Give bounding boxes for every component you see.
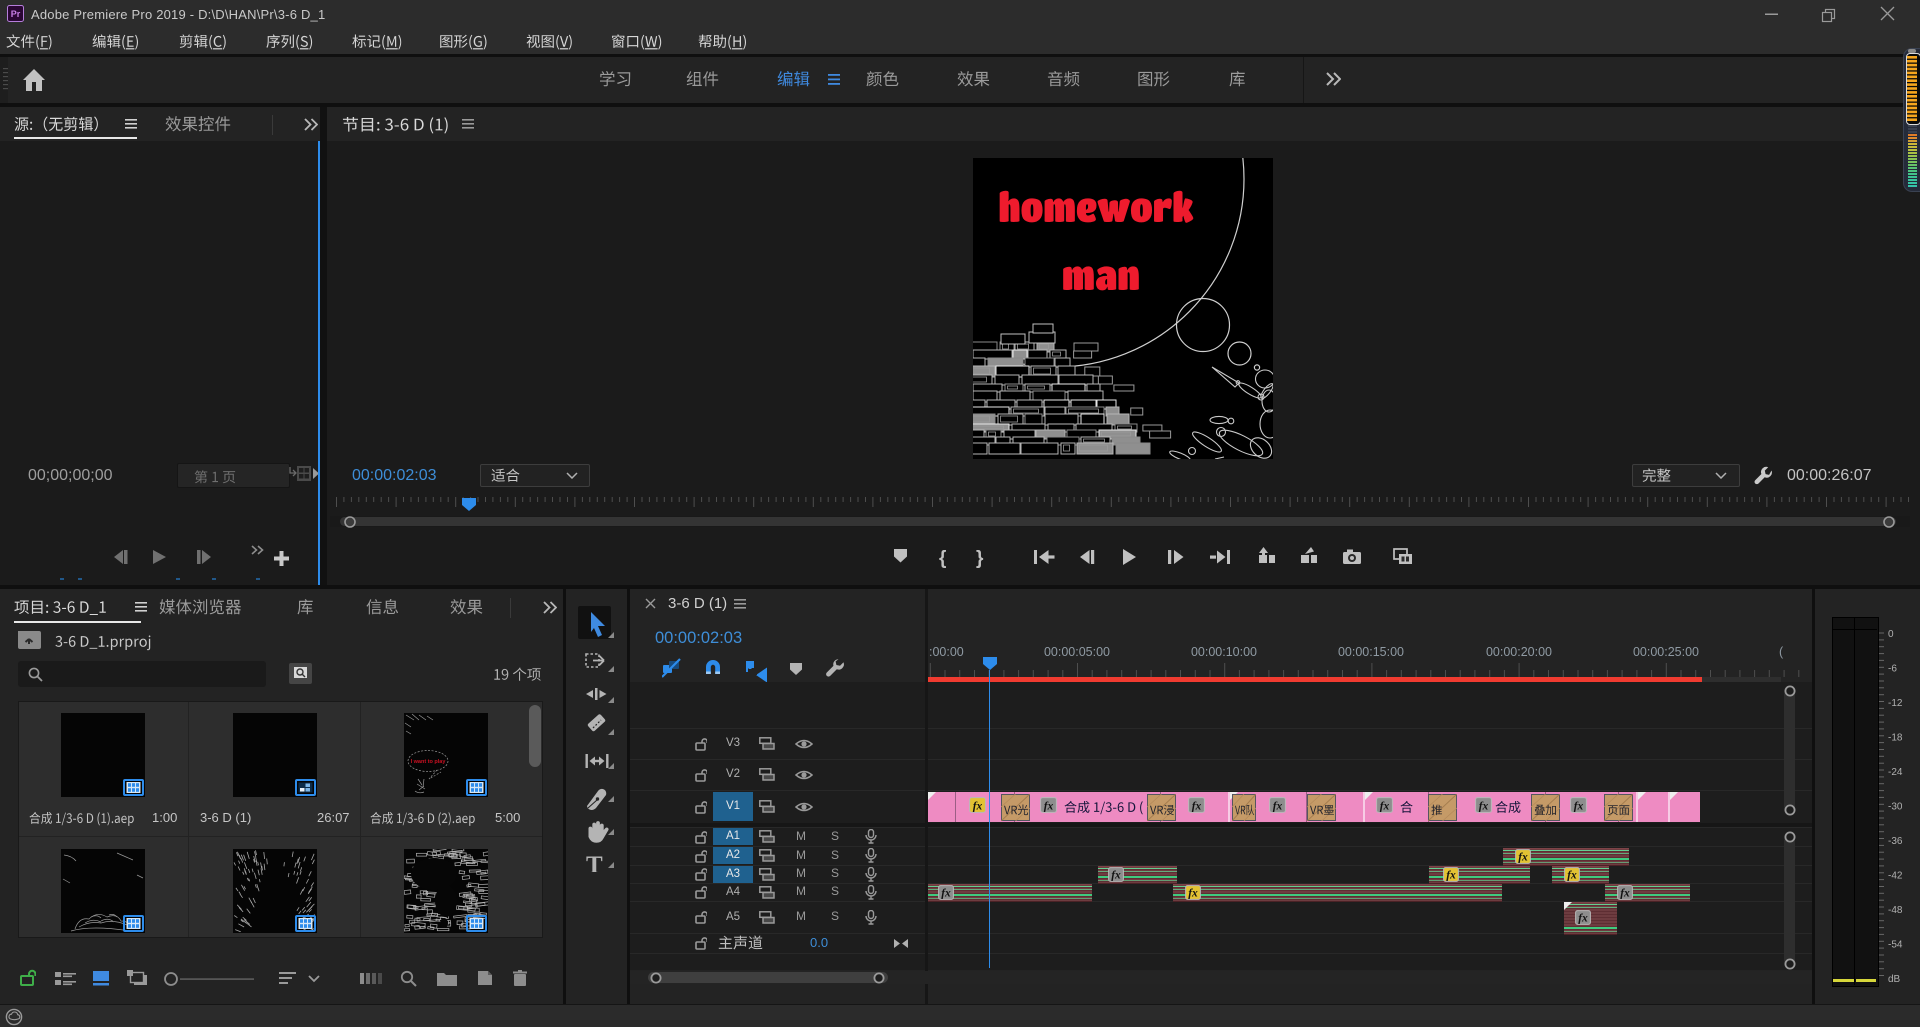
svg-text:{: { [939,548,946,569]
svg-text:fx: fx [973,801,983,813]
svg-text:-30: -30 [1888,802,1903,813]
svg-text::00:00: :00:00 [929,645,964,659]
svg-text:fx: fx [1567,869,1577,881]
svg-text:-36: -36 [1888,836,1903,847]
svg-text:dB: dB [1888,974,1901,985]
svg-text:00:00:05:00: 00:00:05:00 [1044,645,1110,659]
svg-text:fx: fx [1574,801,1584,813]
svg-text:fx: fx [1446,869,1456,881]
svg-text:T: T [586,852,603,872]
svg-text:00:00:20:00: 00:00:20:00 [1486,645,1552,659]
svg-text:(: ( [1779,645,1784,659]
svg-text:I want to play: I want to play [411,759,447,765]
svg-text:00:00:25:00: 00:00:25:00 [1633,645,1699,659]
svg-text:fx: fx [1188,887,1198,899]
svg-text:fx: fx [1380,801,1390,813]
svg-text:-48: -48 [1888,905,1903,916]
svg-text:fx: fx [1518,851,1528,863]
svg-text:00:00:10:00: 00:00:10:00 [1191,645,1257,659]
svg-text:00:00:15:00: 00:00:15:00 [1338,645,1404,659]
svg-text:Pr: Pr [11,9,21,19]
svg-text:fx: fx [1192,801,1202,813]
svg-text:-24: -24 [1888,767,1903,778]
svg-text:}: } [976,548,984,569]
svg-text:fx: fx [1578,913,1588,925]
svg-text:fx: fx [1479,801,1489,813]
svg-text:-6: -6 [1888,664,1897,675]
svg-text:-18: -18 [1888,733,1903,744]
svg-text:fx: fx [1111,869,1121,881]
svg-text:-42: -42 [1888,871,1903,882]
svg-text:fx: fx [941,887,951,899]
svg-text:0: 0 [1888,629,1894,640]
svg-text:fx: fx [1620,887,1630,899]
svg-text:fx: fx [1044,801,1054,813]
svg-text:-12: -12 [1888,698,1903,709]
svg-text:-54: -54 [1888,940,1903,951]
svg-text:fx: fx [1273,801,1283,813]
